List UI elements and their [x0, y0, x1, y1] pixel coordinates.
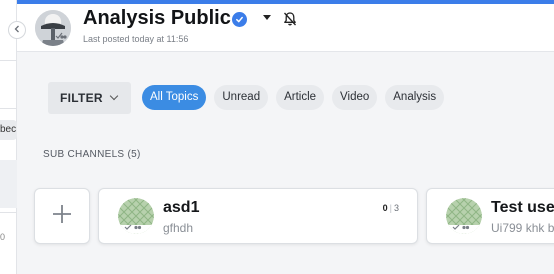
chevron-down-icon	[109, 91, 119, 101]
chip-article[interactable]: Article	[276, 85, 325, 110]
chip-unread[interactable]: Unread	[214, 85, 269, 110]
filter-label: FILTER	[60, 91, 103, 105]
chip-video[interactable]: Video	[332, 85, 378, 110]
filter-button[interactable]: FILTER	[48, 82, 131, 114]
sub-channels-heading: SUB CHANNELS (5)	[43, 149, 141, 160]
bell-off-icon[interactable]	[282, 11, 298, 27]
left-panel-shade	[0, 160, 17, 208]
subchannel-counts: 0 | 3	[383, 203, 399, 213]
chevron-left-icon	[13, 24, 21, 36]
subchannel-description: Ui799 khk b	[491, 221, 554, 235]
plus-icon	[51, 203, 73, 230]
chip-analysis[interactable]: Analysis	[385, 85, 445, 110]
subchannel-card[interactable]: Test use Ui799 khk b	[426, 188, 554, 244]
subchannel-name: asd1	[163, 199, 200, 216]
collapse-sidebar-button[interactable]	[8, 21, 26, 39]
subchannel-thumbnail	[446, 198, 482, 234]
total-count: 3	[393, 203, 399, 213]
last-posted-text: Last posted today at 11:56	[83, 34, 189, 44]
subchannel-thumbnail	[118, 198, 154, 234]
add-subchannel-button[interactable]	[34, 188, 90, 244]
subchannel-card[interactable]: asd1 gfhdh 0 | 3	[98, 188, 418, 244]
left-panel-divider	[0, 108, 17, 109]
unread-count: 0	[382, 203, 388, 213]
chip-all-topics[interactable]: All Topics	[142, 85, 207, 110]
topic-filter-chips: All Topics Unread Article Video Analysis	[142, 85, 445, 110]
caret-down-icon[interactable]	[263, 15, 271, 20]
channel-header: Analysis Public Last posted today at 11:…	[17, 4, 554, 52]
count-separator: |	[389, 203, 392, 213]
left-panel-item[interactable]: bec	[0, 120, 17, 140]
left-panel: bec 0	[0, 0, 17, 274]
check-badge-icon	[232, 12, 247, 27]
subchannel-description: gfhdh	[163, 221, 194, 235]
left-panel-number: 0	[0, 232, 6, 242]
left-panel-divider	[0, 60, 17, 61]
channel-avatar[interactable]	[35, 10, 71, 46]
channel-title: Analysis Public	[83, 7, 231, 29]
subchannel-name: Test use	[491, 199, 554, 216]
left-panel-divider	[0, 212, 17, 213]
